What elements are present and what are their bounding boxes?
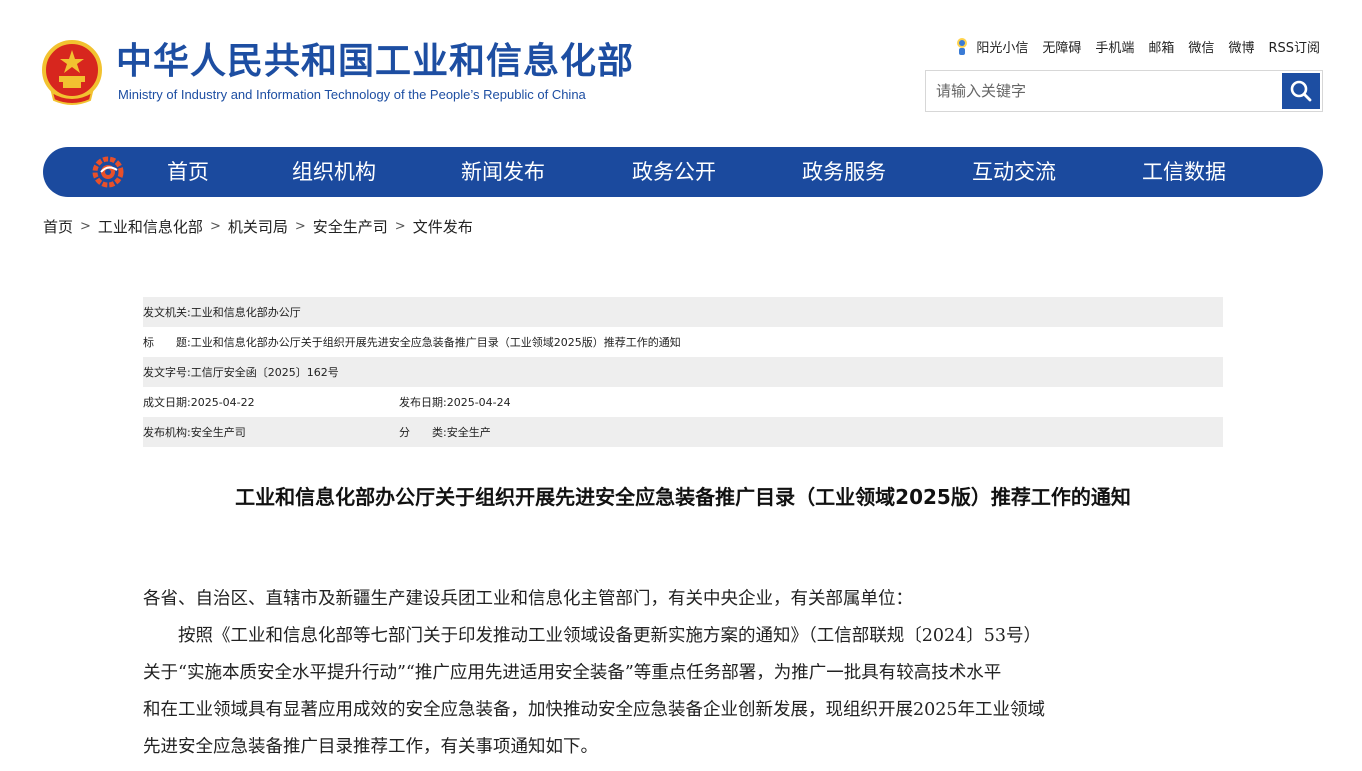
article-line: 和在工业领域具有显著应用成效的安全应急装备，加快推动安全应急装备企业创新发展，现…	[143, 700, 1046, 720]
main-nav: 首页 组织机构 新闻发布 政务公开 政务服务 互动交流 工信数据	[43, 147, 1323, 197]
miit-logo-icon	[92, 156, 124, 188]
chevron-right-icon: >	[394, 219, 406, 234]
article-body: 各省、自治区、直辖市及新疆生产建设兵团工业和信息化主管部门，有关中央企业，有关部…	[143, 581, 1223, 766]
search-icon	[1290, 80, 1312, 102]
breadcrumb-home[interactable]: 首页	[43, 216, 73, 237]
nav-gov-services[interactable]: 政务服务	[802, 147, 886, 197]
document-info-table: 发文机关: 工业和信息化部办公厅 标 题: 工业和信息化部办公厅关于组织开展先进…	[143, 297, 1223, 447]
nav-data[interactable]: 工信数据	[1142, 147, 1226, 197]
title-label: 标 题:	[143, 336, 191, 349]
created-value: 2025-04-22	[190, 395, 255, 409]
chevron-right-icon: >	[80, 219, 91, 234]
info-row-title: 标 题: 工业和信息化部办公厅关于组织开展先进安全应急装备推广目录（工业领域20…	[143, 327, 1223, 357]
info-row-issuer: 发文机关: 工业和信息化部办公厅	[143, 297, 1223, 327]
org-label: 发布机构:	[143, 426, 191, 439]
published-label: 发布日期:	[399, 396, 447, 409]
nav-home[interactable]: 首页	[167, 147, 209, 197]
published-value: 2025-04-24	[446, 395, 511, 409]
category-value: 安全生产	[446, 426, 491, 439]
site-title: 中华人民共和国工业和信息化部	[116, 41, 635, 82]
toplink-mail[interactable]: 邮箱	[1148, 37, 1174, 56]
info-row-org: 发布机构: 安全生产司 分 类: 安全生产	[143, 417, 1223, 447]
chevron-right-icon: >	[294, 219, 306, 234]
article-line: 关于“实施本质安全水平提升行动”“推广应用先进适用安全装备”等重点任务部署，为推…	[143, 663, 1002, 683]
breadcrumb: 首页 > 工业和信息化部 > 机关司局 > 安全生产司 > 文件发布	[43, 216, 473, 237]
nav-interaction[interactable]: 互动交流	[972, 147, 1056, 197]
article-salutation: 各省、自治区、直辖市及新疆生产建设兵团工业和信息化主管部门，有关中央企业，有关部…	[143, 589, 913, 609]
issuer-value: 工业和信息化部办公厅	[190, 306, 301, 319]
search-button[interactable]	[1282, 73, 1320, 109]
breadcrumb-departments[interactable]: 机关司局	[228, 216, 288, 237]
toplink-sunshine[interactable]: 阳光小信	[976, 37, 1028, 56]
breadcrumb-ministry[interactable]: 工业和信息化部	[98, 216, 203, 237]
article-title: 工业和信息化部办公厅关于组织开展先进安全应急装备推广目录（工业领域2025版）推…	[235, 485, 1131, 509]
info-row-dates: 成文日期: 2025-04-22 发布日期: 2025-04-24	[143, 387, 1223, 417]
sunshine-mascot-icon	[957, 38, 968, 55]
info-row-docno: 发文字号: 工信厅安全函〔2025〕162号	[143, 357, 1223, 387]
toplink-wechat[interactable]: 微信	[1188, 37, 1214, 56]
created-label: 成文日期:	[143, 396, 191, 409]
toplink-weibo[interactable]: 微博	[1228, 37, 1254, 56]
article-line: 先进安全应急装备推广目录推荐工作，有关事项通知如下。	[143, 737, 598, 757]
nav-news[interactable]: 新闻发布	[461, 147, 545, 197]
search-input[interactable]	[926, 71, 1282, 111]
org-value: 安全生产司	[190, 426, 246, 439]
chevron-right-icon: >	[209, 219, 221, 234]
nav-gov-affairs[interactable]: 政务公开	[632, 147, 716, 197]
site-subtitle: Ministry of Industry and Information Tec…	[118, 87, 586, 102]
category-label: 分 类:	[399, 426, 447, 439]
national-emblem-logo	[42, 40, 102, 105]
docno-value: 工信厅安全函〔2025〕162号	[190, 366, 339, 379]
top-links: 阳光小信 无障碍 手机端 邮箱 微信 微博 RSS订阅	[952, 34, 1320, 58]
docno-label: 发文字号:	[143, 366, 191, 379]
toplink-mobile[interactable]: 手机端	[1095, 37, 1134, 56]
search-box	[925, 70, 1323, 112]
breadcrumb-documents[interactable]: 文件发布	[413, 216, 473, 237]
toplink-accessibility[interactable]: 无障碍	[1042, 37, 1081, 56]
article-line: 按照《工业和信息化部等七部门关于印发推动工业领域设备更新实施方案的通知》（工信部…	[178, 626, 1042, 646]
title-value: 工业和信息化部办公厅关于组织开展先进安全应急装备推广目录（工业领域2025版）推…	[190, 336, 681, 349]
breadcrumb-safety-dept[interactable]: 安全生产司	[313, 216, 388, 237]
toplink-rss[interactable]: RSS订阅	[1268, 37, 1320, 56]
nav-organization[interactable]: 组织机构	[292, 147, 376, 197]
issuer-label: 发文机关:	[143, 306, 191, 319]
